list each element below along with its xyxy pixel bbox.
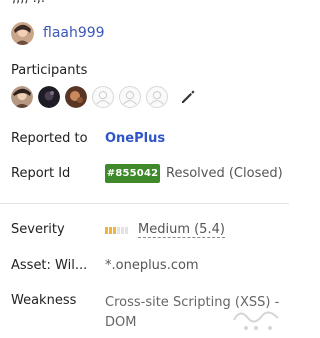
participant-avatar-placeholder[interactable]: [146, 86, 168, 108]
report-state: Resolved (Closed): [166, 166, 283, 181]
participant-avatar-placeholder[interactable]: [119, 86, 141, 108]
reporter-username-link[interactable]: flaah999: [43, 25, 105, 41]
asset-value: *.oneplus.com: [105, 258, 199, 273]
report-id-badge[interactable]: #855042: [105, 164, 160, 183]
section-divider: [0, 203, 289, 204]
severity-bar-segment: [117, 226, 120, 234]
participant-avatar[interactable]: [38, 86, 60, 108]
weakness-value[interactable]: Cross-site Scripting (XSS) - DOM: [105, 293, 285, 333]
reporter: flaah999: [11, 21, 105, 45]
severity-label: Severity: [11, 222, 65, 237]
weakness-label: Weakness: [11, 293, 77, 308]
participant-avatar-placeholder[interactable]: [92, 86, 114, 108]
severity-bar-segment: [109, 226, 112, 234]
severity-score[interactable]: Medium (5.4): [138, 222, 225, 238]
pencil-icon[interactable]: [179, 88, 197, 106]
previous-section-overflow: ,,,, .,.: [0, 0, 289, 6]
severity-bar-segment: [113, 226, 116, 234]
participants-label: Participants: [11, 63, 88, 78]
severity-bar-segment: [121, 226, 124, 234]
reported-to-value: OnePlus: [105, 131, 165, 146]
team-link[interactable]: OnePlus: [105, 131, 165, 146]
clipped-text: ,,,, .,.: [12, 0, 45, 6]
asset-label: Asset: Wil...: [11, 258, 88, 273]
severity-value: Medium (5.4): [105, 222, 225, 238]
severity-bar-segment: [105, 226, 108, 234]
report-id-label: Report Id: [11, 166, 71, 181]
severity-meter: [105, 226, 129, 234]
reported-to-label: Reported to: [11, 131, 88, 146]
participant-avatar[interactable]: [11, 86, 33, 108]
reporter-avatar[interactable]: [11, 21, 34, 45]
participants-list: [11, 85, 197, 109]
severity-bar-segment: [125, 226, 128, 234]
participant-avatar[interactable]: [65, 86, 87, 108]
